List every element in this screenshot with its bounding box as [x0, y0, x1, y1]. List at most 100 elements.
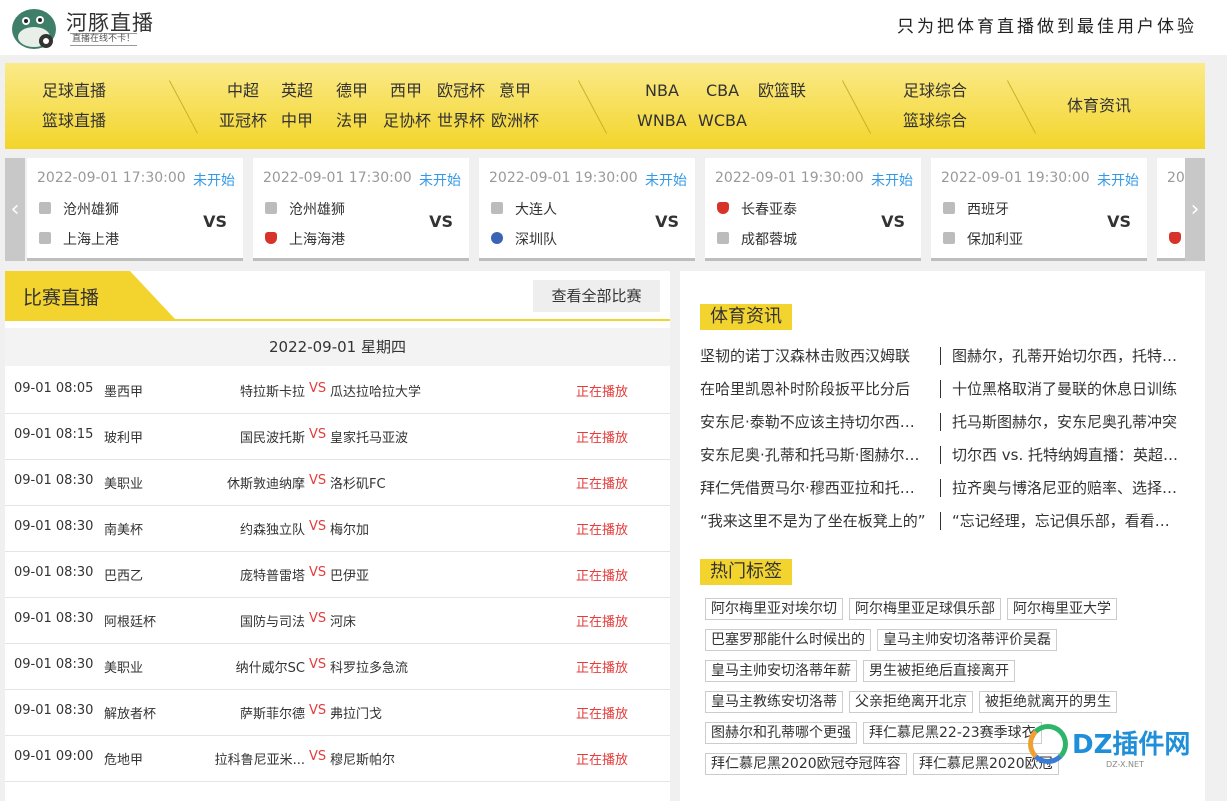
news-link[interactable]: 十位黑格取消了曼联的休息日训练	[952, 378, 1180, 399]
hot-tag[interactable]: 父亲拒绝离开北京	[849, 691, 973, 713]
match-time: 09-01 08:30	[14, 519, 94, 534]
match-card[interactable]: 2022-09-01 19:30:00 未开始 大连人 深圳队 VS	[479, 158, 695, 261]
hot-tag[interactable]: 拜仁慕尼黑22-23赛季球衣	[863, 722, 1042, 744]
nav-csl[interactable]: 中超	[227, 81, 259, 101]
nav-football-live[interactable]: 足球直播	[42, 81, 106, 101]
live-status-link[interactable]: 正在播放	[576, 519, 628, 538]
hot-tag[interactable]: 阿尔梅里亚对埃尔切	[705, 598, 843, 620]
home-team: 萨斯菲尔德	[239, 707, 305, 722]
hot-tag[interactable]: 拜仁慕尼黑2020欧冠夺冠阵容	[705, 753, 907, 775]
hot-tag[interactable]: 男生被拒绝后直接离开	[863, 660, 1015, 682]
match-row[interactable]: 09-01 08:30 解放者杯 萨斯菲尔德 VS 弗拉门戈 正在播放	[5, 689, 670, 736]
news-link[interactable]: 拜仁凭借贾马尔·穆西亚拉和托马斯	[700, 477, 928, 498]
home-team: 国防与司法	[239, 615, 305, 630]
hot-tag[interactable]: 被拒绝就离开的男生	[979, 691, 1117, 713]
league-name: 阿根廷杯	[104, 615, 157, 630]
live-status-link[interactable]: 正在播放	[576, 473, 628, 492]
nav-sports-news[interactable]: 体育资讯	[1067, 96, 1131, 116]
match-row[interactable]: 09-01 08:30 巴西乙 庞特普雷塔 VS 巴伊亚 正在播放	[5, 551, 670, 598]
match-time: 20	[1167, 170, 1185, 186]
hot-tag[interactable]: 阿尔梅里亚足球俱乐部	[849, 598, 1001, 620]
nav-laliga[interactable]: 西甲	[390, 81, 422, 101]
live-status-link[interactable]: 正在播放	[576, 611, 628, 630]
nav-football-general[interactable]: 足球综合	[903, 81, 967, 101]
news-link[interactable]: 托马斯图赫尔，安东尼奥孔蒂冲突	[952, 411, 1180, 432]
news-link[interactable]: 安东尼奥·孔蒂和托马斯·图赫尔的冲突	[700, 444, 928, 465]
match-row[interactable]: 09-01 08:30 美职业 休斯敦迪纳摩 VS 洛杉矶FC 正在播放	[5, 459, 670, 506]
nav-euro[interactable]: 欧洲杯	[491, 111, 539, 131]
away-team: 保加利亚	[967, 232, 1023, 248]
view-all-matches-button[interactable]: 查看全部比赛	[533, 280, 660, 312]
nav-fa-cup[interactable]: 足协杯	[383, 111, 431, 131]
watermark: DZ插件网 DZ-X.NET	[1028, 718, 1218, 774]
hot-tag[interactable]: 皇马主帅安切洛蒂评价吴磊	[877, 629, 1057, 651]
vs-label: VS	[309, 657, 327, 672]
nav-epl[interactable]: 英超	[281, 81, 313, 101]
news-divider	[940, 446, 941, 464]
news-link[interactable]: 拉齐奥与博洛尼亚的赔率、选择和预测	[952, 477, 1180, 498]
team-logo-icon	[943, 202, 955, 214]
hot-tag[interactable]: 图赫尔和孔蒂哪个更强	[705, 722, 857, 744]
nav-afc-cl[interactable]: 亚冠杯	[219, 111, 267, 131]
nav-euroleague[interactable]: 欧篮联	[758, 81, 806, 101]
hot-tag[interactable]: 阿尔梅里亚大学	[1007, 598, 1117, 620]
nav-china-league-one[interactable]: 中甲	[281, 111, 313, 131]
away-team: 深圳队	[515, 232, 557, 248]
match-row[interactable]: 09-01 08:30 美职业 纳什威尔SC VS 科罗拉多急流 正在播放	[5, 643, 670, 690]
away-team: 洛杉矶FC	[330, 477, 386, 492]
nav-seriea[interactable]: 意甲	[499, 81, 531, 101]
match-row[interactable]: 09-01 08:05 墨西甲 特拉斯卡拉 VS 瓜达拉哈拉大学 正在播放	[5, 367, 670, 414]
live-status-link[interactable]: 正在播放	[576, 749, 628, 768]
watermark-text: DZ插件网	[1072, 730, 1191, 760]
carousel-next-button[interactable]: ›	[1185, 158, 1205, 261]
hot-tag[interactable]: 皇马主教练安切洛蒂	[705, 691, 843, 713]
news-link[interactable]: 安东尼·泰勒不应该主持切尔西比赛	[700, 411, 928, 432]
news-link[interactable]: “忘记经理，忘记俱乐部，看看球员”	[952, 510, 1180, 531]
nav-wnba[interactable]: WNBA	[637, 111, 687, 131]
nav-divider	[841, 80, 872, 134]
match-card[interactable]: 2022-09-01 17:30:00 未开始 沧州雄狮 上海上港 VS	[27, 158, 243, 261]
news-link[interactable]: “我来这里不是为了坐在板凳上的”	[700, 510, 928, 531]
live-status-link[interactable]: 正在播放	[576, 657, 628, 676]
nav-bundesliga[interactable]: 德甲	[336, 81, 368, 101]
nav-world-cup[interactable]: 世界杯	[437, 111, 485, 131]
news-link[interactable]: 图赫尔，孔蒂开始切尔西，托特纳姆	[952, 345, 1180, 366]
live-status-link[interactable]: 正在播放	[576, 703, 628, 722]
nav-cba[interactable]: CBA	[706, 81, 739, 101]
site-logo[interactable]: 河豚直播 直播在线不卡！	[8, 3, 158, 51]
home-team: 沧州雄狮	[289, 202, 345, 218]
league-name: 巴西乙	[104, 569, 144, 584]
vs-label: VS	[655, 212, 679, 231]
hot-tag[interactable]: 巴塞罗那能什么时候出的	[705, 629, 871, 651]
nav-basketball-live[interactable]: 篮球直播	[42, 111, 106, 131]
match-row[interactable]: 09-01 08:30 南美杯 约森独立队 VS 梅尔加 正在播放	[5, 505, 670, 552]
nav-ligue1[interactable]: 法甲	[336, 111, 368, 131]
nav-wcba[interactable]: WCBA	[698, 111, 747, 131]
nav-basketball-general[interactable]: 篮球综合	[903, 111, 967, 131]
live-status-link[interactable]: 正在播放	[576, 565, 628, 584]
hot-tag[interactable]: 皇马主帅安切洛蒂年薪	[705, 660, 857, 682]
home-team: 西班牙	[967, 202, 1009, 218]
match-time: 09-01 08:30	[14, 703, 94, 718]
carousel-prev-button[interactable]: ‹	[5, 158, 25, 261]
news-link[interactable]: 切尔西 vs. 托特纳姆直播：英超联赛	[952, 444, 1180, 465]
match-card[interactable]: 2022-09-01 17:30:00 未开始 沧州雄狮 上海海港 VS	[253, 158, 469, 261]
news-link[interactable]: 坚韧的诺丁汉森林击败西汉姆联	[700, 345, 928, 366]
news-link[interactable]: 在哈里凯恩补时阶段扳平比分后	[700, 378, 928, 399]
match-card[interactable]: 2022-09-01 19:30:00 未开始 长春亚泰 成都蓉城 VS	[705, 158, 921, 261]
away-team: 成都蓉城	[741, 232, 797, 248]
match-card[interactable]: 2022-09-01 19:30:00 未开始 西班牙 保加利亚 VS	[931, 158, 1147, 261]
live-status-link[interactable]: 正在播放	[576, 381, 628, 400]
chevron-right-icon: ›	[1190, 197, 1200, 222]
league-name: 南美杯	[104, 523, 144, 538]
match-row[interactable]: 09-01 08:30 阿根廷杯 国防与司法 VS 河床 正在播放	[5, 597, 670, 644]
match-status: 未开始	[193, 173, 235, 189]
nav-ucl[interactable]: 欧冠杯	[437, 81, 485, 101]
match-row[interactable]: 09-01 08:15 玻利甲 国民波托斯 VS 皇家托马亚波 正在播放	[5, 413, 670, 460]
match-row[interactable]: 09-01 09:00 危地甲 拉科鲁尼亚米... VS 穆尼斯帕尔 正在播放	[5, 735, 670, 782]
nav-nba[interactable]: NBA	[645, 81, 679, 101]
live-status-link[interactable]: 正在播放	[576, 427, 628, 446]
match-status: 未开始	[871, 173, 913, 189]
league-name: 美职业	[104, 477, 144, 492]
league-name: 墨西甲	[104, 385, 144, 400]
